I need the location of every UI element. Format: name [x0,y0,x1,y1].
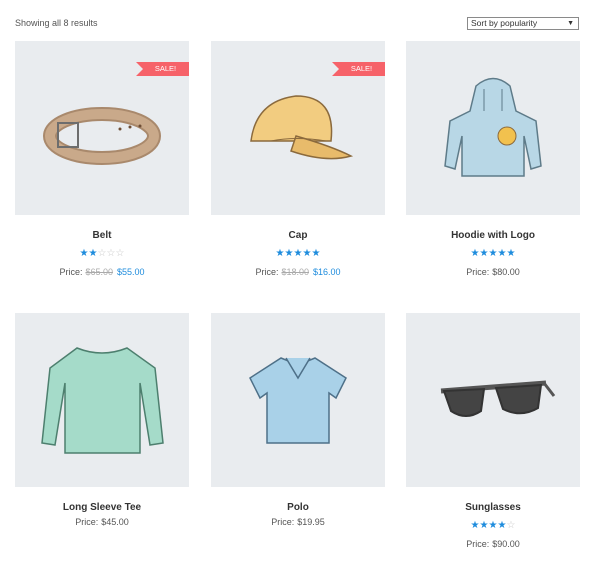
star-rating: ★★★★★ [406,249,580,259]
sort-select[interactable]: Sort by popularity ▼ [467,17,579,30]
product-image[interactable]: SALE! [211,41,385,215]
product-name[interactable]: Sunglasses [406,502,580,513]
star-full-icon: ★ [79,248,89,259]
product-name[interactable]: Cap [211,230,385,241]
star-full-icon: ★ [284,248,294,259]
sale-price: $16.00 [313,267,341,277]
sale-badge: SALE! [136,62,189,76]
chevron-down-icon: ▼ [567,20,574,27]
star-full-icon: ★ [88,248,98,259]
old-price: $65.00 [85,267,113,277]
product-card-hoodie-with-logo[interactable]: Hoodie with Logo ★★★★★ Price: $80.00 [406,41,580,277]
sunglasses-icon [440,380,556,417]
long-sleeve-tee-icon [41,347,164,454]
star-full-icon: ★ [497,248,507,259]
regular-price: $90.00 [492,539,520,549]
star-full-icon: ★ [488,520,498,531]
polo-shirt-icon [249,357,347,444]
product-price: Price: $90.00 [406,539,580,549]
product-name[interactable]: Long Sleeve Tee [15,502,189,513]
regular-price: $19.95 [297,517,325,527]
price-label: Price: [75,517,99,527]
price-label: Price: [466,267,490,277]
product-image[interactable] [15,313,189,487]
product-card-sunglasses[interactable]: Sunglasses ★★★★☆ Price: $90.00 [406,313,580,549]
sale-badge: SALE! [332,62,385,76]
star-full-icon: ★ [506,248,516,259]
product-image[interactable]: SALE! [15,41,189,215]
star-rating: ★★★★★ [211,249,385,259]
star-full-icon: ★ [488,248,498,259]
price-label: Price: [59,267,83,277]
star-full-icon: ★ [302,248,312,259]
product-price: Price: $45.00 [15,517,189,527]
product-name[interactable]: Belt [15,230,189,241]
star-full-icon: ★ [470,248,480,259]
old-price: $18.00 [281,267,309,277]
star-empty-icon: ☆ [115,248,125,259]
product-card-cap[interactable]: SALE! Cap ★★★★★ Price: $18.00 $16.00 [211,41,385,277]
product-price: Price: $18.00 $16.00 [211,267,385,277]
product-name[interactable]: Polo [211,502,385,513]
star-full-icon: ★ [470,520,480,531]
product-name[interactable]: Hoodie with Logo [406,230,580,241]
product-price: Price: $80.00 [406,267,580,277]
regular-price: $45.00 [101,517,129,527]
star-full-icon: ★ [311,248,321,259]
product-card-polo[interactable]: Polo Price: $19.95 [211,313,385,527]
star-empty-icon: ☆ [97,248,107,259]
star-full-icon: ★ [497,520,507,531]
product-image[interactable] [406,41,580,215]
result-count: Showing all 8 results [15,18,98,28]
price-label: Price: [466,539,490,549]
product-card-long-sleeve-tee[interactable]: Long Sleeve Tee Price: $45.00 [15,313,189,527]
star-full-icon: ★ [479,248,489,259]
sort-select-value: Sort by popularity [471,18,538,28]
star-empty-icon: ☆ [506,520,516,531]
star-full-icon: ★ [275,248,285,259]
regular-price: $80.00 [492,267,520,277]
product-card-belt[interactable]: SALE! Belt ★★☆☆☆ Price: $65.00 $55.00 [15,41,189,277]
price-label: Price: [271,517,295,527]
product-price: Price: $65.00 $55.00 [15,267,189,277]
star-rating: ★★★★☆ [406,521,580,531]
product-image[interactable] [211,313,385,487]
star-empty-icon: ☆ [106,248,116,259]
price-label: Price: [255,267,279,277]
star-rating: ★★☆☆☆ [15,249,189,259]
product-image[interactable] [406,313,580,487]
star-full-icon: ★ [293,248,303,259]
star-full-icon: ★ [479,520,489,531]
hoodie-icon [444,77,542,177]
sale-price: $55.00 [117,267,145,277]
product-price: Price: $19.95 [211,517,385,527]
